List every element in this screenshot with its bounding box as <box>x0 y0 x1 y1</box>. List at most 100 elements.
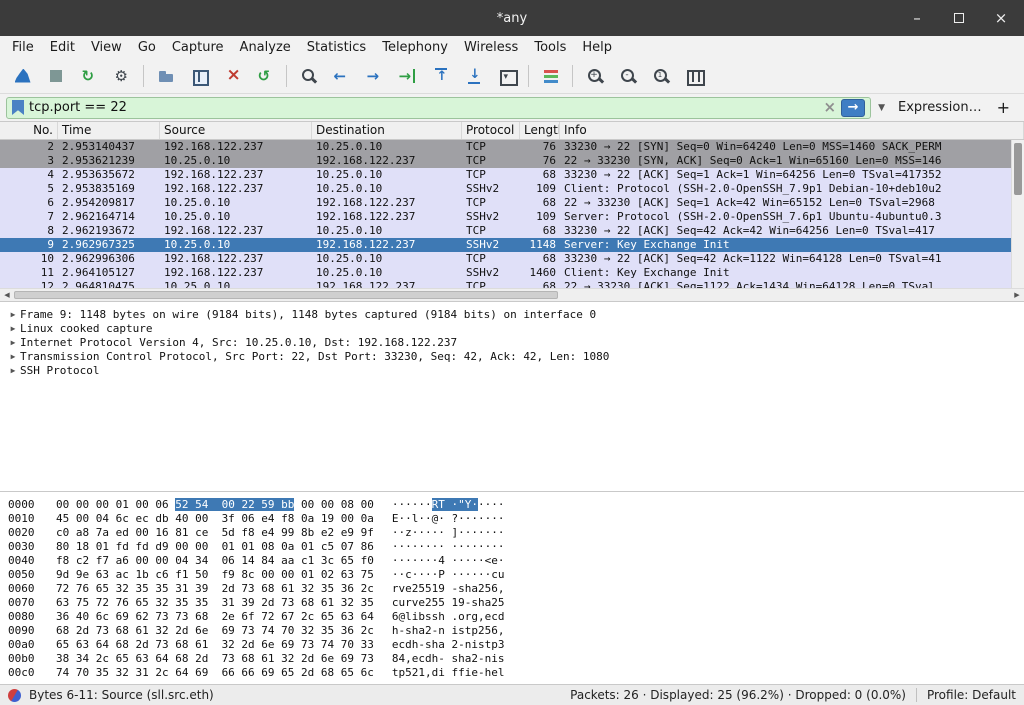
filter-bookmark-icon[interactable] <box>12 100 24 115</box>
packet-row-8[interactable]: 82.962193672192.168.122.23710.25.0.10TCP… <box>0 224 1024 238</box>
go-back-button[interactable] <box>325 62 358 90</box>
hex-row-0070[interactable]: 007063 75 72 76 65 32 35 35 31 39 2d 73 … <box>8 596 1024 610</box>
packet-row-12[interactable]: 122.96481047510.25.0.10192.168.122.237TC… <box>0 280 1024 288</box>
expand-arrow-icon[interactable]: ▶ <box>6 322 20 336</box>
maximize-button[interactable] <box>952 11 966 25</box>
hex-offset: 00b0 <box>8 652 42 666</box>
zoom-in-button[interactable] <box>578 62 611 90</box>
expand-arrow-icon[interactable]: ▶ <box>6 336 20 350</box>
expression-button[interactable]: Expression… <box>892 100 988 115</box>
hex-row-0050[interactable]: 00509d 9e 63 ac 1b c6 f1 50 f9 8c 00 00 … <box>8 568 1024 582</box>
start-capture-button[interactable] <box>6 62 39 90</box>
detail-row[interactable]: ▶SSH Protocol <box>6 364 1024 378</box>
menu-analyze[interactable]: Analyze <box>232 38 299 57</box>
vertical-scrollbar[interactable] <box>1011 140 1024 288</box>
apply-filter-button[interactable]: → <box>841 99 865 117</box>
hex-row-0000[interactable]: 000000 00 00 01 00 06 52 54 00 22 59 bb … <box>8 498 1024 512</box>
go-forward-button[interactable] <box>358 62 391 90</box>
menu-file[interactable]: File <box>4 38 42 57</box>
filter-dropdown-icon[interactable]: ▼ <box>876 103 887 113</box>
hex-row-00c0[interactable]: 00c074 70 35 32 31 2c 64 69 66 66 69 65 … <box>8 666 1024 680</box>
filter-text[interactable]: tcp.port == 22 <box>29 100 819 115</box>
column-header-no[interactable]: No. <box>0 122 58 139</box>
auto-scroll-button[interactable] <box>490 62 523 90</box>
hex-ascii: rve25519 -sha256, <box>392 582 505 596</box>
restart-capture-button[interactable] <box>72 62 105 90</box>
stop-capture-button[interactable] <box>39 62 72 90</box>
expand-arrow-icon[interactable]: ▶ <box>6 350 20 364</box>
horizontal-scrollbar-thumb[interactable] <box>14 291 558 299</box>
column-header-time[interactable]: Time <box>58 122 160 139</box>
menu-capture[interactable]: Capture <box>164 38 232 57</box>
vertical-scrollbar-thumb[interactable] <box>1014 143 1022 195</box>
scroll-left-icon[interactable]: ◀ <box>0 291 14 299</box>
packet-row-11[interactable]: 112.964105127192.168.122.23710.25.0.10SS… <box>0 266 1024 280</box>
packet-row-3[interactable]: 32.95362123910.25.0.10192.168.122.237TCP… <box>0 154 1024 168</box>
menu-view[interactable]: View <box>83 38 130 57</box>
minimize-button[interactable]: – <box>910 11 924 25</box>
zoom-out-button[interactable] <box>611 62 644 90</box>
add-filter-button[interactable]: + <box>993 98 1018 117</box>
display-filter-input[interactable]: tcp.port == 22 × → <box>6 97 871 119</box>
resize-columns-button[interactable] <box>677 62 710 90</box>
column-header-protocol[interactable]: Protocol <box>462 122 520 139</box>
hex-row-0020[interactable]: 0020c0 a8 7a ed 00 16 81 ce 5d f8 e4 99 … <box>8 526 1024 540</box>
menu-statistics[interactable]: Statistics <box>299 38 374 57</box>
hex-row-0030[interactable]: 003080 18 01 fd fd d9 00 00 01 01 08 0a … <box>8 540 1024 554</box>
wireshark-window: *any – × FileEditViewGoCaptureAnalyzeSta… <box>0 0 1024 705</box>
column-header-length[interactable]: Length <box>520 122 560 139</box>
packet-row-9[interactable]: 92.96296732510.25.0.10192.168.122.237SSH… <box>0 238 1024 252</box>
colorize-button[interactable] <box>534 62 567 90</box>
expand-arrow-icon[interactable]: ▶ <box>6 364 20 378</box>
hex-row-0010[interactable]: 001045 00 04 6c ec db 40 00 3f 06 e4 f8 … <box>8 512 1024 526</box>
capture-options-button[interactable] <box>105 62 138 90</box>
packet-row-2[interactable]: 22.953140437192.168.122.23710.25.0.10TCP… <box>0 140 1024 154</box>
last-packet-button[interactable] <box>457 62 490 90</box>
expert-info-icon[interactable] <box>8 689 21 702</box>
hex-row-0090[interactable]: 009068 2d 73 68 61 32 2d 6e 69 73 74 70 … <box>8 624 1024 638</box>
status-profile[interactable]: Profile: Default <box>927 688 1016 702</box>
save-file-button[interactable] <box>182 62 215 90</box>
reload-button[interactable] <box>248 62 281 90</box>
cell-time: 2.954209817 <box>58 196 160 210</box>
menu-wireless[interactable]: Wireless <box>456 38 526 57</box>
detail-row[interactable]: ▶Transmission Control Protocol, Src Port… <box>6 350 1024 364</box>
hex-offset: 00a0 <box>8 638 42 652</box>
detail-row[interactable]: ▶Frame 9: 1148 bytes on wire (9184 bits)… <box>6 308 1024 322</box>
packet-row-6[interactable]: 62.95420981710.25.0.10192.168.122.237TCP… <box>0 196 1024 210</box>
zoom-original-button[interactable] <box>644 62 677 90</box>
cell-source: 192.168.122.237 <box>160 266 312 280</box>
column-header-destination[interactable]: Destination <box>312 122 462 139</box>
find-packet-button[interactable] <box>292 62 325 90</box>
open-file-button[interactable] <box>149 62 182 90</box>
packet-row-7[interactable]: 72.96216471410.25.0.10192.168.122.237SSH… <box>0 210 1024 224</box>
hex-row-00b0[interactable]: 00b038 34 2c 65 63 64 68 2d 73 68 61 32 … <box>8 652 1024 666</box>
column-header-info[interactable]: Info <box>560 122 1024 139</box>
menu-tools[interactable]: Tools <box>526 38 574 57</box>
cell-protocol: TCP <box>462 196 520 210</box>
scroll-right-icon[interactable]: ▶ <box>1010 291 1024 299</box>
column-header-source[interactable]: Source <box>160 122 312 139</box>
clear-filter-icon[interactable]: × <box>824 100 837 115</box>
menu-edit[interactable]: Edit <box>42 38 83 57</box>
cell-source: 192.168.122.237 <box>160 168 312 182</box>
menu-help[interactable]: Help <box>574 38 620 57</box>
detail-row[interactable]: ▶Internet Protocol Version 4, Src: 10.25… <box>6 336 1024 350</box>
packet-row-4[interactable]: 42.953635672192.168.122.23710.25.0.10TCP… <box>0 168 1024 182</box>
hex-row-0060[interactable]: 006072 76 65 32 35 35 31 39 2d 73 68 61 … <box>8 582 1024 596</box>
packet-row-5[interactable]: 52.953835169192.168.122.23710.25.0.10SSH… <box>0 182 1024 196</box>
first-packet-button[interactable] <box>424 62 457 90</box>
close-button[interactable]: × <box>994 11 1008 25</box>
hex-row-0080[interactable]: 008036 40 6c 69 62 73 73 68 2e 6f 72 67 … <box>8 610 1024 624</box>
close-file-button[interactable] <box>215 62 248 90</box>
menu-go[interactable]: Go <box>130 38 164 57</box>
go-to-packet-button[interactable] <box>391 62 424 90</box>
menu-telephony[interactable]: Telephony <box>374 38 456 57</box>
hex-row-0040[interactable]: 0040f8 c2 f7 a6 00 00 04 34 06 14 84 aa … <box>8 554 1024 568</box>
horizontal-scrollbar[interactable]: ◀ ▶ <box>0 288 1024 302</box>
detail-row[interactable]: ▶Linux cooked capture <box>6 322 1024 336</box>
expand-arrow-icon[interactable]: ▶ <box>6 308 20 322</box>
packet-row-10[interactable]: 102.962996306192.168.122.23710.25.0.10TC… <box>0 252 1024 266</box>
hex-row-00a0[interactable]: 00a065 63 64 68 2d 73 68 61 32 2d 6e 69 … <box>8 638 1024 652</box>
status-selected-field: Bytes 6-11: Source (sll.src.eth) <box>29 688 214 702</box>
